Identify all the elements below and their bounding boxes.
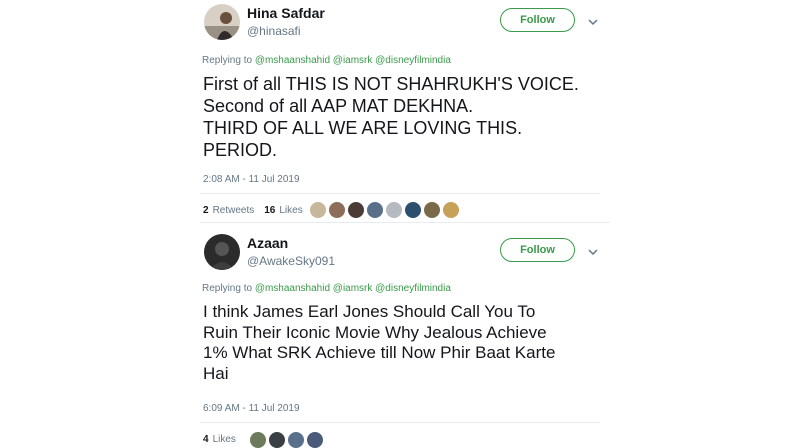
avatar[interactable] bbox=[204, 234, 240, 270]
reply-mentions[interactable]: @mshaanshahid @iamsrk @disneyfilmindia bbox=[255, 55, 451, 66]
tweet-timestamp[interactable]: 2:08 AM - 11 Jul 2019 bbox=[203, 174, 300, 185]
liker-avatar[interactable] bbox=[329, 202, 345, 218]
tweet-text: I think James Earl Jones Should Call You… bbox=[203, 302, 556, 384]
reply-prefix: Replying to bbox=[202, 283, 253, 294]
reply-prefix: Replying to bbox=[202, 55, 253, 66]
tweet-text: First of all THIS IS NOT SHAHRUKH'S VOIC… bbox=[203, 74, 579, 160]
follow-button[interactable]: Follow bbox=[500, 8, 575, 32]
replying-to: Replying to @mshaanshahid @iamsrk @disne… bbox=[202, 283, 451, 294]
user-handle[interactable]: @AwakeSky091 bbox=[247, 254, 335, 268]
tweet-timestamp[interactable]: 6:09 AM - 11 Jul 2019 bbox=[203, 403, 300, 414]
display-name[interactable]: Hina Safdar bbox=[247, 5, 325, 21]
user-handle[interactable]: @hinasafi bbox=[247, 24, 301, 38]
retweets-count[interactable]: 2 bbox=[203, 205, 209, 216]
liker-avatar[interactable] bbox=[367, 202, 383, 218]
liker-avatar[interactable] bbox=[307, 432, 323, 448]
liker-avatars bbox=[250, 432, 323, 448]
likes-count[interactable]: 4 bbox=[203, 434, 209, 445]
likes-count[interactable]: 16 bbox=[264, 205, 275, 216]
tweet-stats: 4 Likes bbox=[203, 434, 236, 445]
avatar[interactable] bbox=[204, 4, 240, 40]
liker-avatar[interactable] bbox=[250, 432, 266, 448]
replying-to: Replying to @mshaanshahid @iamsrk @disne… bbox=[202, 55, 451, 66]
liker-avatar[interactable] bbox=[386, 202, 402, 218]
display-name[interactable]: Azaan bbox=[247, 235, 288, 251]
liker-avatar[interactable] bbox=[405, 202, 421, 218]
chevron-down-icon[interactable] bbox=[588, 17, 598, 27]
divider bbox=[200, 422, 600, 423]
retweets-label[interactable]: Retweets bbox=[213, 205, 255, 216]
liker-avatar[interactable] bbox=[269, 432, 285, 448]
tweet-2: Azaan @AwakeSky091 Follow Replying to @m… bbox=[200, 230, 610, 448]
liker-avatar[interactable] bbox=[443, 202, 459, 218]
tweet-stats: 2 Retweets 16 Likes bbox=[203, 205, 303, 216]
divider bbox=[200, 193, 600, 194]
liker-avatar[interactable] bbox=[348, 202, 364, 218]
liker-avatar[interactable] bbox=[310, 202, 326, 218]
tweet-1: Hina Safdar @hinasafi Follow Replying to… bbox=[200, 0, 610, 230]
liker-avatar[interactable] bbox=[424, 202, 440, 218]
tweet-separator bbox=[200, 222, 610, 223]
likes-label[interactable]: Likes bbox=[279, 205, 302, 216]
reply-mentions[interactable]: @mshaanshahid @iamsrk @disneyfilmindia bbox=[255, 283, 451, 294]
chevron-down-icon[interactable] bbox=[588, 247, 598, 257]
follow-button[interactable]: Follow bbox=[500, 238, 575, 262]
liker-avatars bbox=[310, 202, 459, 218]
liker-avatar[interactable] bbox=[288, 432, 304, 448]
likes-label[interactable]: Likes bbox=[213, 434, 236, 445]
